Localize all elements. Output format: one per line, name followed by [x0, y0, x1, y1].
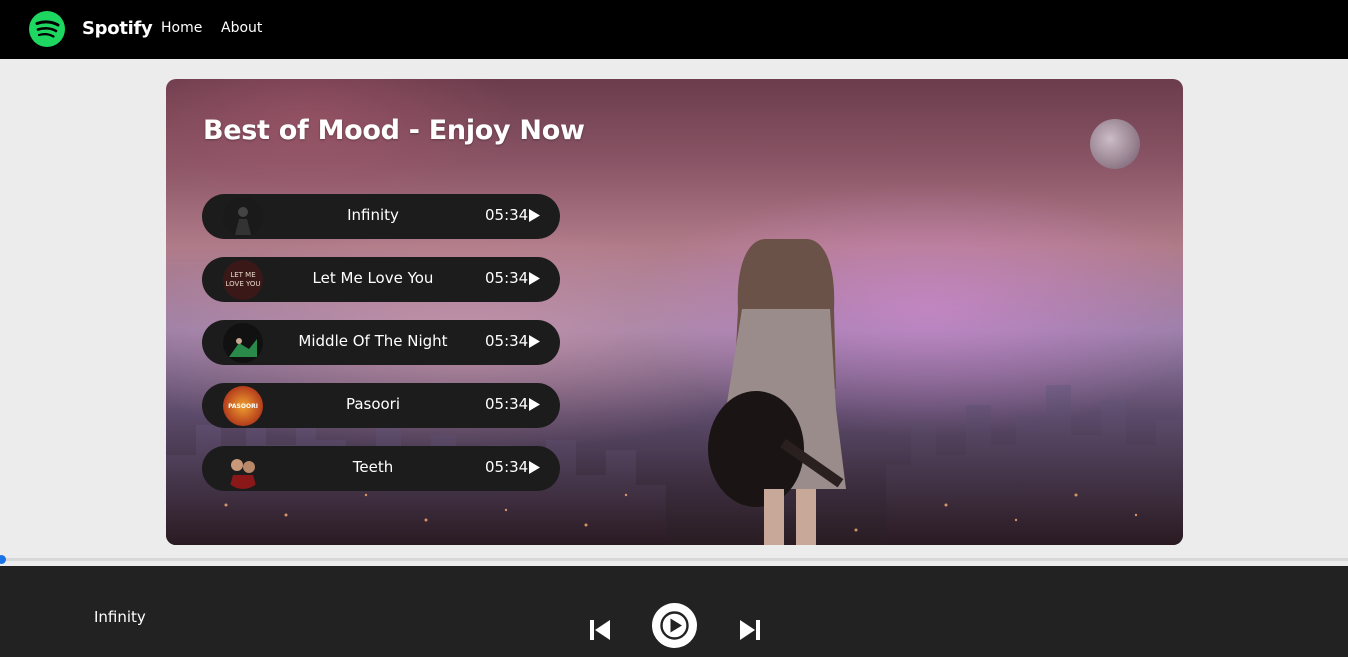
album-cover-teeth — [223, 449, 263, 489]
skip-previous-icon[interactable] — [589, 619, 611, 641]
navbar: Spotify Home About — [0, 0, 1348, 59]
progress-thumb[interactable] — [0, 555, 6, 564]
guitarist-illustration — [708, 239, 846, 545]
song-item-pasoori[interactable]: PASOORI Pasoori 05:34 — [202, 383, 560, 428]
play-icon[interactable] — [529, 209, 540, 222]
song-duration: 05:34 — [485, 269, 529, 287]
song-item-teeth[interactable]: Teeth 05:34 — [202, 446, 560, 491]
song-title: Middle Of The Night — [298, 332, 448, 350]
album-cover-text: LET ME — [230, 271, 255, 279]
player-bar: Infinity — [0, 566, 1348, 657]
nav-link-about[interactable]: About — [221, 20, 262, 36]
song-title: Let Me Love You — [312, 269, 434, 287]
now-playing-title: Infinity — [94, 608, 146, 626]
song-duration: 05:34 — [485, 206, 529, 224]
album-cover-infinity — [223, 197, 263, 237]
album-cover-pasoori: PASOORI — [223, 386, 263, 426]
song-duration: 05:34 — [485, 458, 529, 476]
album-cover-let-me-love-you: LET ME LOVE YOU — [223, 260, 263, 300]
song-item-middle-of-the-night[interactable]: Middle Of The Night 05:34 — [202, 320, 560, 365]
hero-title: Best of Mood - Enjoy Now — [203, 115, 585, 146]
nav-link-home[interactable]: Home — [161, 20, 202, 36]
skip-next-icon[interactable] — [739, 619, 761, 641]
song-duration: 05:34 — [485, 395, 529, 413]
song-title: Infinity — [347, 206, 399, 224]
play-icon[interactable] — [529, 335, 540, 348]
album-cover-text: LOVE YOU — [226, 280, 261, 288]
hero-banner: Best of Mood - Enjoy Now Infinity 05:34 … — [166, 79, 1183, 545]
play-icon[interactable] — [529, 461, 540, 474]
city-skyline-background — [166, 385, 1183, 545]
album-cover-text: PASOORI — [228, 403, 258, 410]
spotify-logo-icon[interactable] — [29, 11, 65, 47]
song-duration: 05:34 — [485, 332, 529, 350]
play-icon[interactable] — [529, 272, 540, 285]
song-item-let-me-love-you[interactable]: LET ME LOVE YOU Let Me Love You 05:34 — [202, 257, 560, 302]
moon-decoration — [1090, 119, 1140, 169]
play-icon[interactable] — [529, 398, 540, 411]
brand-name: Spotify — [82, 18, 153, 39]
album-cover-middle-of-the-night — [223, 323, 263, 363]
play-icon[interactable] — [652, 603, 697, 648]
song-title: Pasoori — [345, 395, 401, 413]
progress-track[interactable] — [0, 555, 1348, 564]
song-title: Teeth — [352, 458, 394, 476]
song-item-infinity[interactable]: Infinity 05:34 — [202, 194, 560, 239]
